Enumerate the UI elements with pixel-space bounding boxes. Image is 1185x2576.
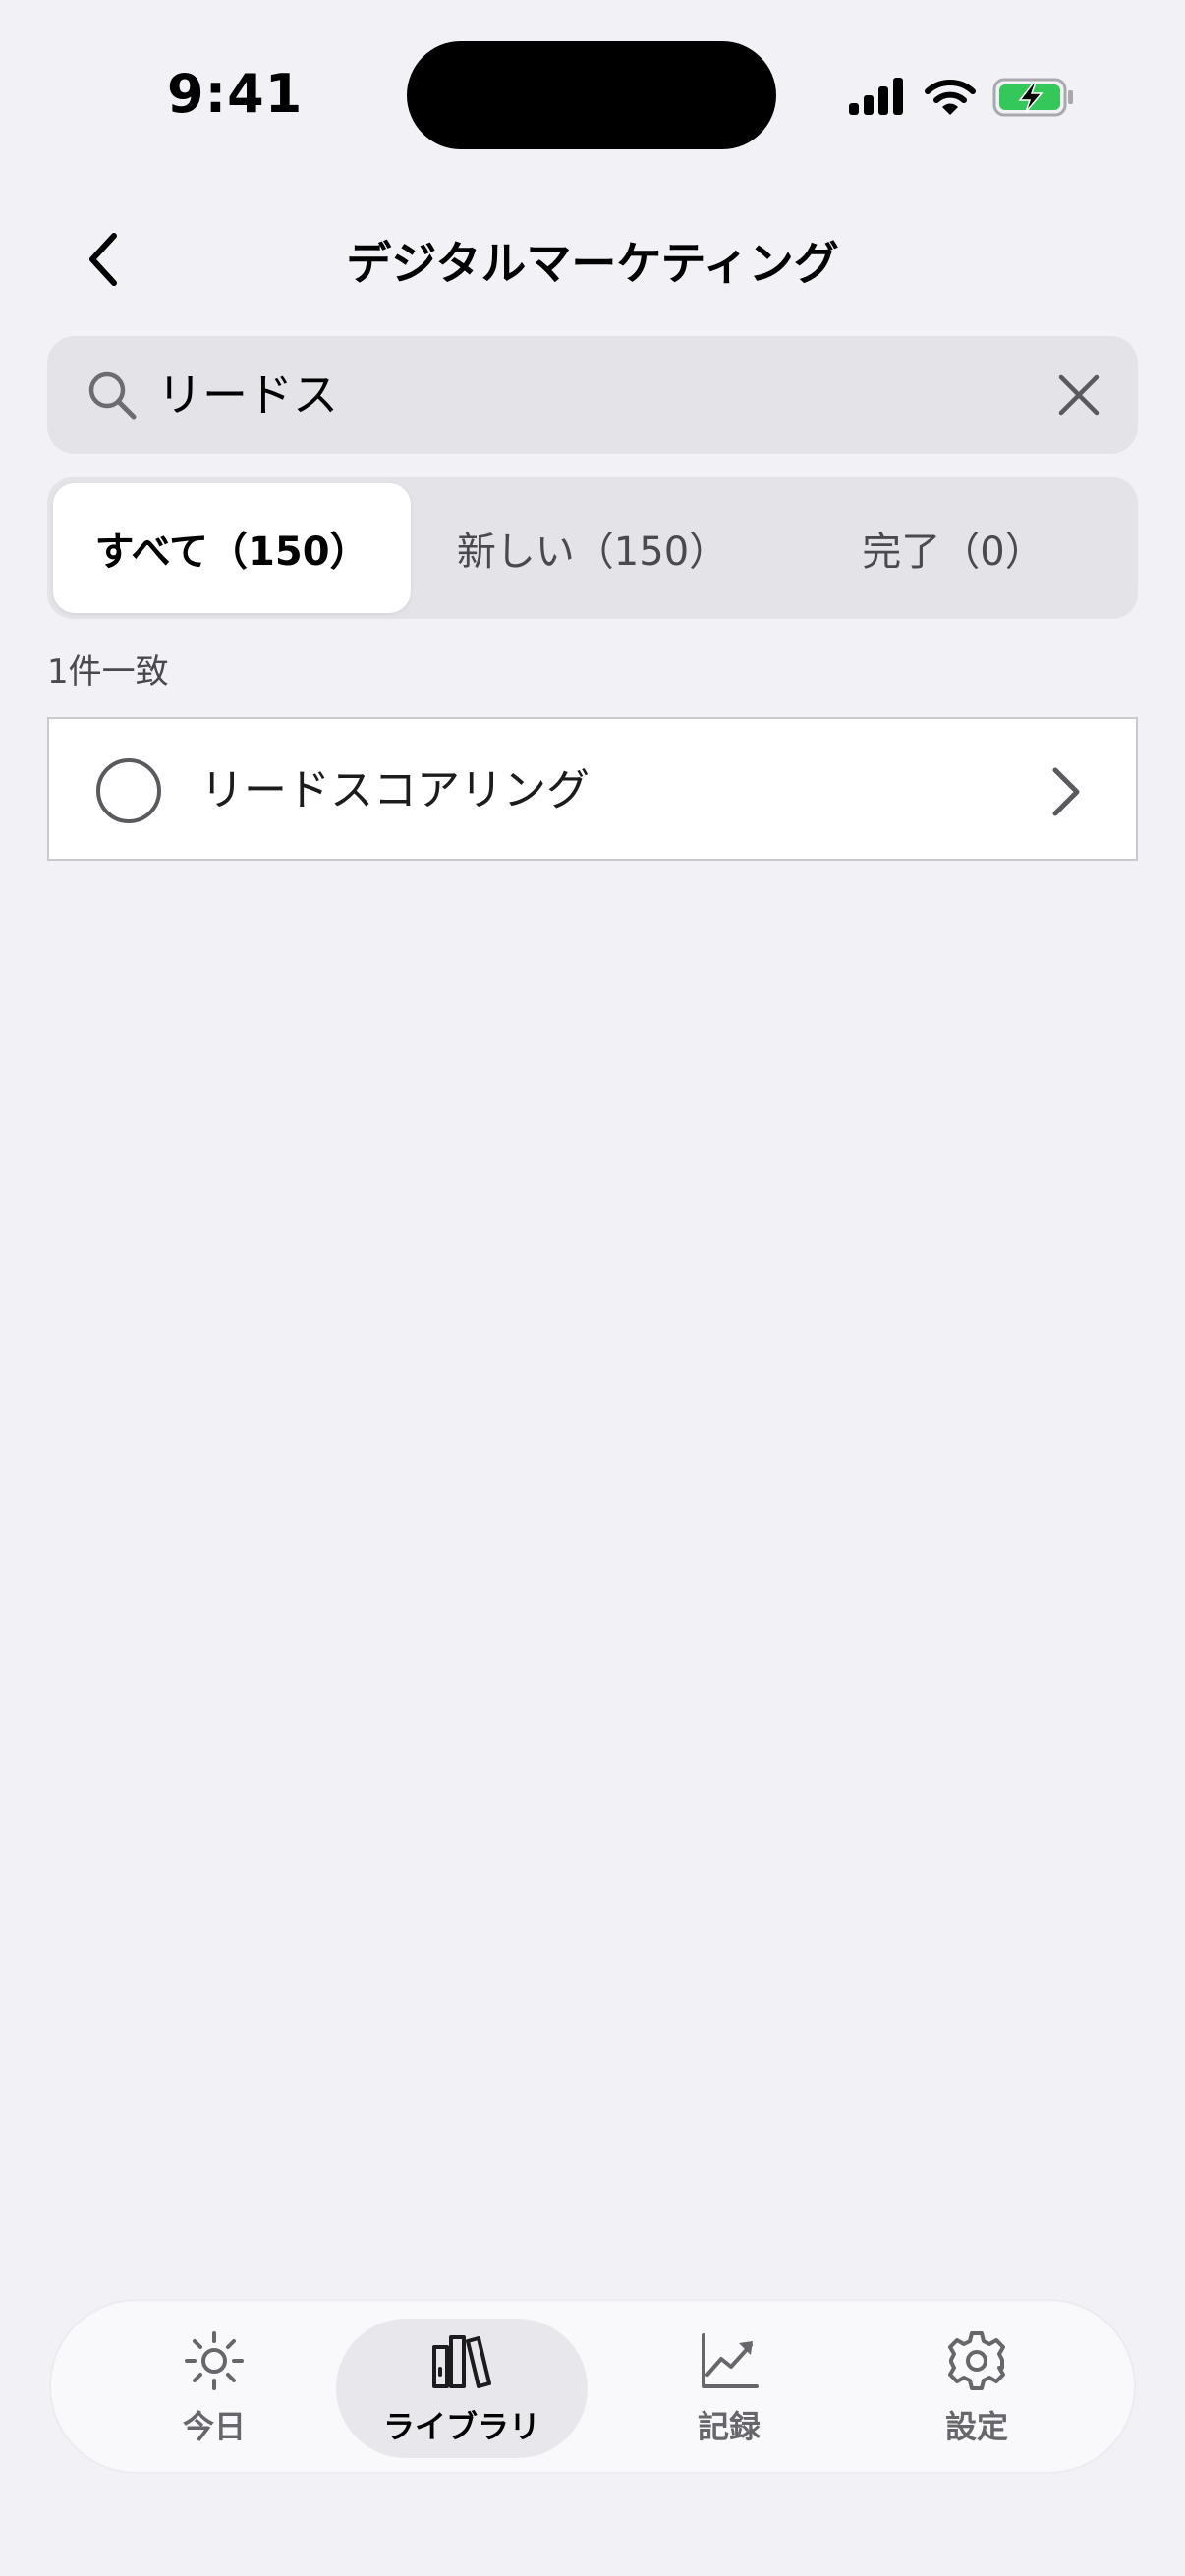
battery-charging-icon bbox=[992, 78, 1073, 117]
list-item[interactable]: リードスコアリング bbox=[47, 717, 1138, 861]
status-icons bbox=[847, 71, 1075, 124]
tab-settings-label: 設定 bbox=[944, 2408, 1008, 2445]
cellular-signal-icon bbox=[849, 78, 903, 115]
match-count: 1件一致 bbox=[47, 652, 169, 692]
chevron-right-icon bbox=[1052, 767, 1080, 816]
chart-icon bbox=[702, 2333, 759, 2388]
screen: 9:41 デジタルマーケティング リードス すべて（150） 新しい（150） … bbox=[0, 0, 1185, 2576]
tab-today-label: 今日 bbox=[182, 2408, 246, 2445]
search-field[interactable]: リードス bbox=[47, 336, 1138, 454]
tab-records-label: 記録 bbox=[697, 2408, 761, 2445]
tab-all[interactable]: すべて（150） bbox=[53, 483, 411, 613]
completion-circle[interactable] bbox=[96, 758, 161, 823]
dynamic-island bbox=[407, 41, 776, 149]
wifi-icon bbox=[925, 80, 976, 115]
books-icon bbox=[432, 2335, 491, 2388]
tab-new[interactable]: 新しい（150） bbox=[414, 483, 771, 613]
page-title: デジタルマーケティング bbox=[346, 237, 839, 290]
search-input[interactable]: リードス bbox=[157, 364, 338, 426]
close-icon bbox=[1058, 374, 1100, 416]
clear-search-button[interactable] bbox=[1047, 364, 1110, 426]
tab-today[interactable]: 今日 bbox=[88, 2319, 340, 2458]
search-icon bbox=[88, 371, 137, 420]
tab-library[interactable]: ライブラリ bbox=[336, 2319, 588, 2458]
tab-library-label: ライブラリ bbox=[382, 2408, 540, 2445]
status-time: 9:41 bbox=[167, 63, 304, 125]
list-item-label: リードスコアリング bbox=[200, 765, 590, 815]
tab-bar: 今日 ライブラリ 記録 設定 bbox=[49, 2299, 1136, 2474]
tab-settings[interactable]: 設定 bbox=[851, 2319, 1102, 2458]
sun-icon bbox=[185, 2331, 244, 2390]
filter-segmented-control: すべて（150） 新しい（150） 完了（0） bbox=[47, 477, 1138, 619]
gear-icon bbox=[948, 2331, 1005, 2390]
tab-completed[interactable]: 完了（0） bbox=[774, 483, 1132, 613]
tab-records[interactable]: 記録 bbox=[603, 2319, 855, 2458]
